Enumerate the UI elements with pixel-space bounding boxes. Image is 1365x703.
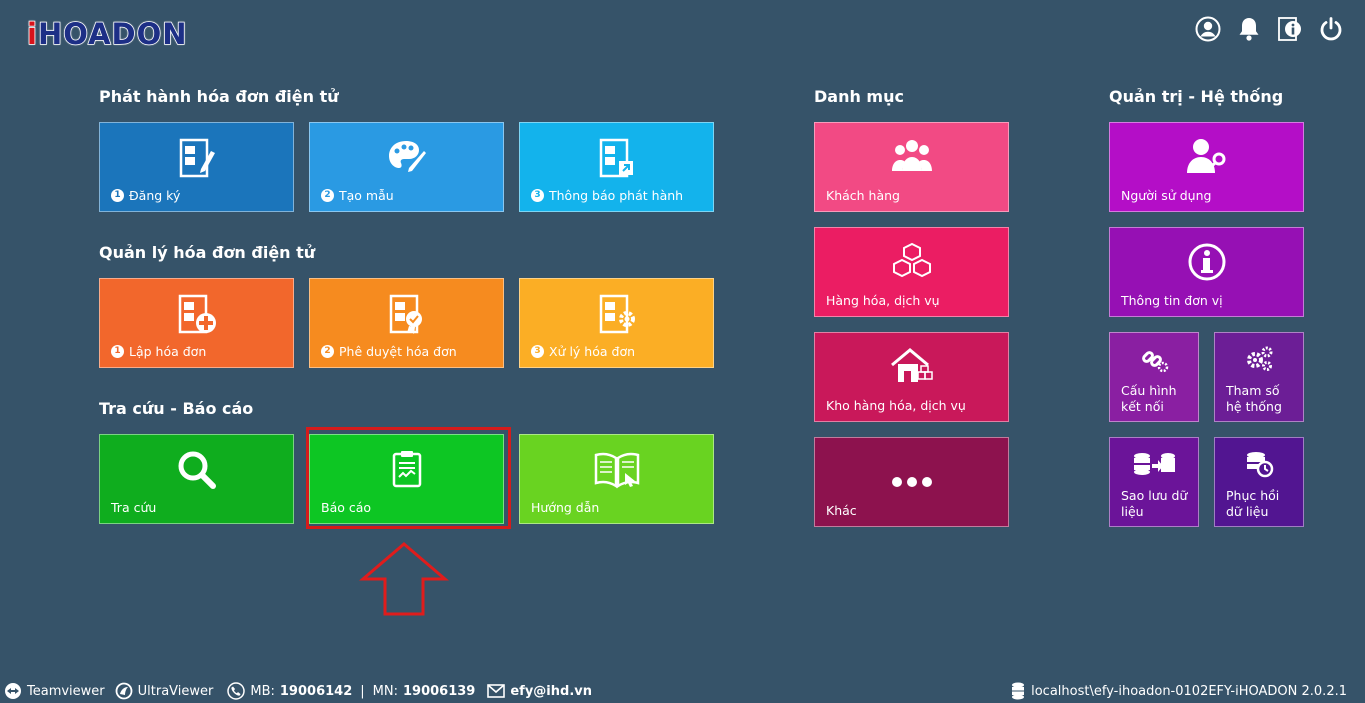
tile-label: Thông tin đơn vị <box>1121 293 1223 308</box>
boxes-icon <box>815 242 1008 282</box>
section-title-phat-hanh: Phát hành hóa đơn điện tử <box>99 87 339 106</box>
tile-thong-tin-don-vi[interactable]: Thông tin đơn vị <box>1109 227 1304 317</box>
step-number: 2 <box>321 189 334 202</box>
tile-label: Báo cáo <box>321 500 372 515</box>
logo-i: i <box>26 16 38 52</box>
power-icon[interactable] <box>1317 14 1345 44</box>
info-document-icon[interactable] <box>1276 14 1304 44</box>
register-form-icon <box>100 137 293 181</box>
tile-kho-hang-hoa[interactable]: Kho hàng hóa, dịch vụ <box>814 332 1009 422</box>
database-icon <box>1012 682 1025 700</box>
phone-icon <box>227 682 246 700</box>
ultraviewer-icon <box>115 682 133 700</box>
logo-text: HOADON <box>37 16 188 52</box>
email-link[interactable]: efy@ihd.vn <box>487 684 592 699</box>
tile-lap-hoa-don[interactable]: 1 Lập hóa đơn <box>99 278 294 368</box>
tile-label: Cấu hình kết nối <box>1121 383 1177 414</box>
users-group-icon <box>815 137 1008 177</box>
app-logo: iHOADON <box>26 14 188 54</box>
tile-label: Lập hóa đơn <box>129 344 207 359</box>
tile-sao-luu-du-lieu[interactable]: Sao lưu dữ liệu <box>1109 437 1199 527</box>
database-restore-icon <box>1215 450 1303 478</box>
process-invoice-icon <box>520 293 713 337</box>
tile-label: Phục hồi dữ liệu <box>1226 488 1280 519</box>
ultraviewer-label: UltraViewer <box>137 683 214 699</box>
user-key-icon <box>1110 137 1303 177</box>
step-number: 1 <box>111 189 124 202</box>
tile-hang-hoa-dich-vu[interactable]: Hàng hóa, dịch vụ <box>814 227 1009 317</box>
section-title-tra-cuu: Tra cứu - Báo cáo <box>99 399 254 418</box>
tile-thong-bao-phat-hanh[interactable]: 3 Thông báo phát hành <box>519 122 714 212</box>
warehouse-icon <box>815 347 1008 385</box>
status-bar: Teamviewer UltraViewer MB: 19006142 | MN… <box>0 680 1365 702</box>
add-invoice-icon <box>100 293 293 337</box>
section-title-danh-muc: Danh mục <box>814 87 904 106</box>
teamviewer-icon <box>5 683 21 699</box>
up-arrow-annotation <box>358 541 450 621</box>
separator: | <box>360 683 365 699</box>
hotline-info: MB: 19006142 | MN: 19006139 <box>227 682 475 700</box>
tile-tham-so-he-thong[interactable]: Tham số hệ thống <box>1214 332 1304 422</box>
tile-huong-dan[interactable]: Hướng dẫn <box>519 434 714 524</box>
mn-phone: 19006139 <box>402 683 476 699</box>
tile-label: Phê duyệt hóa đơn <box>339 344 457 359</box>
tile-label: Tham số hệ thống <box>1226 383 1282 414</box>
step-number: 3 <box>531 189 544 202</box>
tile-label: Khách hàng <box>826 188 900 203</box>
link-settings-icon <box>1110 345 1198 373</box>
support-email: efy@ihd.vn <box>510 683 592 699</box>
guide-book-icon <box>520 449 713 491</box>
tile-label: Hàng hóa, dịch vụ <box>826 293 940 308</box>
tile-dang-ky[interactable]: 1 Đăng ký <box>99 122 294 212</box>
more-dots-icon <box>815 476 1008 488</box>
mb-label: MB: <box>250 683 275 699</box>
clipboard-report-icon <box>310 449 503 489</box>
bell-icon[interactable] <box>1235 14 1263 44</box>
tile-label: Khác <box>826 503 857 518</box>
mb-phone: 19006142 <box>279 683 353 699</box>
tile-tao-mau[interactable]: 2 Tạo mẫu <box>309 122 504 212</box>
tile-phuc-hoi-du-lieu[interactable]: Phục hồi dữ liệu <box>1214 437 1304 527</box>
tile-label: Thông báo phát hành <box>549 188 684 203</box>
envelope-icon <box>487 684 506 698</box>
database-backup-icon <box>1110 450 1198 478</box>
palette-icon <box>310 137 503 179</box>
tile-label: Đăng ký <box>129 188 181 203</box>
tile-phe-duyet-hoa-don[interactable]: 2 Phê duyệt hóa đơn <box>309 278 504 368</box>
tile-label: Sao lưu dữ liệu <box>1121 488 1188 519</box>
approve-invoice-icon <box>310 293 503 337</box>
tile-label: Hướng dẫn <box>531 500 600 515</box>
teamviewer-link[interactable]: Teamviewer <box>4 682 105 700</box>
gears-icon <box>1215 345 1303 373</box>
search-icon <box>100 449 293 491</box>
tile-cau-hinh-ket-noi[interactable]: Cấu hình kết nối <box>1109 332 1199 422</box>
top-toolbar <box>1194 14 1345 44</box>
tile-khach-hang[interactable]: Khách hàng <box>814 122 1009 212</box>
announce-document-icon <box>520 137 713 181</box>
tile-label: Kho hàng hóa, dịch vụ <box>826 398 966 413</box>
tile-label: Tra cứu <box>111 500 157 515</box>
step-number: 2 <box>321 345 334 358</box>
step-number: 1 <box>111 345 124 358</box>
tile-bao-cao[interactable]: Báo cáo <box>309 434 504 524</box>
tile-label: Xử lý hóa đơn <box>549 344 636 359</box>
tile-xu-ly-hoa-don[interactable]: 3 Xử lý hóa đơn <box>519 278 714 368</box>
section-title-quan-tri: Quản trị - Hệ thống <box>1109 87 1284 106</box>
tile-tra-cuu[interactable]: Tra cứu <box>99 434 294 524</box>
mn-label: MN: <box>372 683 398 699</box>
user-account-icon[interactable] <box>1194 14 1222 44</box>
teamviewer-label: Teamviewer <box>27 683 105 699</box>
tile-nguoi-su-dung[interactable]: Người sử dụng <box>1109 122 1304 212</box>
info-circle-icon <box>1110 242 1303 282</box>
section-title-quan-ly: Quản lý hóa đơn điện tử <box>99 243 316 262</box>
step-number: 3 <box>531 345 544 358</box>
app-version: EFY-iHOADON 2.0.2.1 <box>1208 683 1347 699</box>
tile-khac[interactable]: Khác <box>814 437 1009 527</box>
server-connection: localhost\efy-ihoadon-0102 <box>1031 683 1209 699</box>
tile-label: Tạo mẫu <box>339 188 394 203</box>
tile-label: Người sử dụng <box>1121 188 1212 203</box>
ultraviewer-link[interactable]: UltraViewer <box>115 682 214 700</box>
